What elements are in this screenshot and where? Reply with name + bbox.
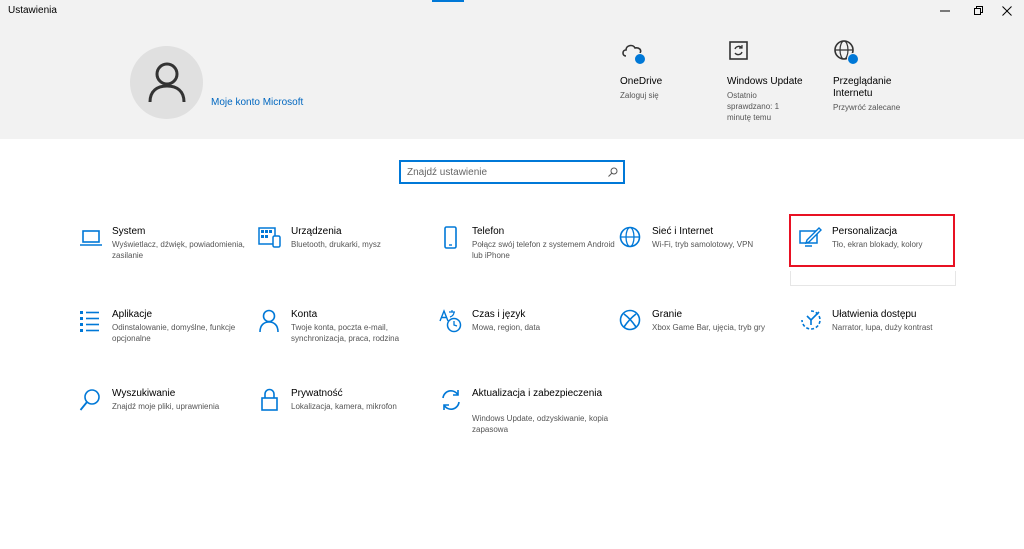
close-icon [1002, 6, 1012, 16]
status-browsing[interactable]: Przeglądanie Internetu Przywróć zalecane [833, 39, 913, 113]
globe-icon [619, 226, 641, 248]
app-title: Ustawienia [8, 5, 57, 16]
tile-title: Granie [652, 309, 683, 320]
status-title: OneDrive [620, 76, 663, 87]
tile-title: Aplikacje [112, 309, 153, 320]
status-subtitle: Zaloguj się [620, 91, 659, 100]
avatar[interactable] [130, 46, 203, 119]
status-subtitle: Ostatnio sprawdzano: 1 minutę temu [727, 91, 780, 122]
tile-description: Wi-Fi, tryb samolotowy, VPN [652, 240, 754, 249]
tile-privacy[interactable]: Prywatność Lokalizacja, kamera, mikrofon [258, 388, 428, 432]
tile-description: Połącz swój telefon z systemem Android l… [472, 240, 615, 260]
tile-title: Telefon [472, 226, 505, 237]
update-icon [442, 390, 460, 410]
tile-description: Lokalizacja, kamera, mikrofon [291, 402, 397, 411]
tile-description: Tło, ekran blokady, kolory [832, 240, 923, 249]
tile-description: Windows Update, odzyskiwanie, kopia zapa… [472, 414, 609, 434]
tile-ease-of-access[interactable]: Ułatwienia dostępu Narrator, lupa, duży … [799, 309, 969, 353]
minimize-icon [940, 10, 950, 12]
status-dot [847, 53, 859, 65]
status-windows-update[interactable]: Windows Update Ostatnio sprawdzano: 1 mi… [727, 39, 803, 123]
tile-update-security[interactable]: Aktualizacja i zabezpieczenia Windows Up… [439, 388, 609, 434]
tile-description: Twoje konta, poczta e-mail, synchronizac… [291, 323, 400, 343]
status-title: Przeglądanie Internetu [833, 76, 892, 99]
phone-icon [444, 226, 457, 249]
tile-personalization[interactable]: Personalizacja Tło, ekran blokady, kolor… [799, 226, 969, 270]
search-icon [79, 389, 100, 411]
title-bar: Ustawienia [0, 0, 1024, 24]
status-subtitle: Przywróć zalecane [833, 103, 901, 112]
person-icon [148, 62, 186, 103]
laptop-icon [80, 230, 102, 246]
tile-gaming[interactable]: Granie Xbox Game Bar, ujęcia, tryb gry [619, 309, 789, 353]
personalization-icon [799, 227, 822, 247]
header-panel: Moje konto Microsoft OneDrive Zaloguj si… [0, 24, 1024, 139]
tile-phone[interactable]: Telefon Połącz swój telefon z systemem A… [439, 226, 615, 270]
tile-description: Narrator, lupa, duży kontrast [832, 323, 933, 332]
sync-icon [727, 39, 751, 63]
time-language-icon [439, 309, 462, 333]
tile-title: Sieć i Internet [652, 226, 714, 237]
tile-title: Ułatwienia dostępu [832, 309, 917, 320]
ease-of-access-icon [801, 310, 821, 330]
search-box[interactable] [399, 160, 625, 184]
focus-accent [432, 0, 464, 2]
tile-description: Odinstalowanie, domyślne, funkcje opcjon… [112, 323, 236, 343]
hover-outline [790, 271, 956, 286]
tile-description: Xbox Game Bar, ujęcia, tryb gry [652, 323, 765, 332]
tile-devices[interactable]: Urządzenia Bluetooth, drukarki, mysz [258, 226, 428, 270]
tile-title: Wyszukiwanie [112, 388, 176, 399]
close-button[interactable] [990, 0, 1024, 22]
cloud-icon [620, 39, 646, 65]
devices-icon [258, 227, 281, 248]
person-icon [259, 309, 279, 333]
tile-title: Czas i język [472, 309, 526, 320]
tile-description: Mowa, region, data [472, 323, 541, 332]
microsoft-account-link[interactable]: Moje konto Microsoft [211, 97, 303, 108]
status-dot [634, 53, 646, 65]
tile-system[interactable]: System Wyświetlacz, dźwięk, powiadomieni… [79, 226, 249, 270]
lock-icon [261, 388, 278, 411]
tile-time-language[interactable]: Czas i język Mowa, region, data [439, 309, 609, 353]
xbox-icon [619, 309, 641, 331]
tile-description: Wyświetlacz, dźwięk, powiadomienia, zasi… [112, 240, 245, 260]
status-title: Windows Update [727, 76, 803, 87]
tile-network[interactable]: Sieć i Internet Wi-Fi, tryb samolotowy, … [619, 226, 789, 270]
tile-description: Bluetooth, drukarki, mysz [291, 240, 381, 249]
minimize-button[interactable] [928, 0, 962, 22]
tile-title: Konta [291, 309, 318, 320]
tile-accounts[interactable]: Konta Twoje konta, poczta e-mail, synchr… [258, 309, 428, 353]
tile-search[interactable]: Wyszukiwanie Znajdź moje pliki, uprawnie… [79, 388, 249, 432]
apps-list-icon [80, 311, 99, 332]
tile-title: Personalizacja [832, 226, 898, 237]
search-input[interactable] [407, 165, 597, 179]
tile-apps[interactable]: Aplikacje Odinstalowanie, domyślne, funk… [79, 309, 249, 353]
tile-title: Aktualizacja i zabezpieczenia [472, 388, 603, 399]
globe-icon [833, 39, 859, 65]
restore-icon [974, 6, 983, 15]
tile-title: System [112, 226, 146, 237]
search-icon[interactable] [608, 167, 618, 177]
tile-description: Znajdź moje pliki, uprawnienia [112, 402, 220, 411]
tile-title: Prywatność [291, 388, 343, 399]
tile-title: Urządzenia [291, 226, 342, 237]
status-onedrive[interactable]: OneDrive Zaloguj się [620, 39, 730, 101]
